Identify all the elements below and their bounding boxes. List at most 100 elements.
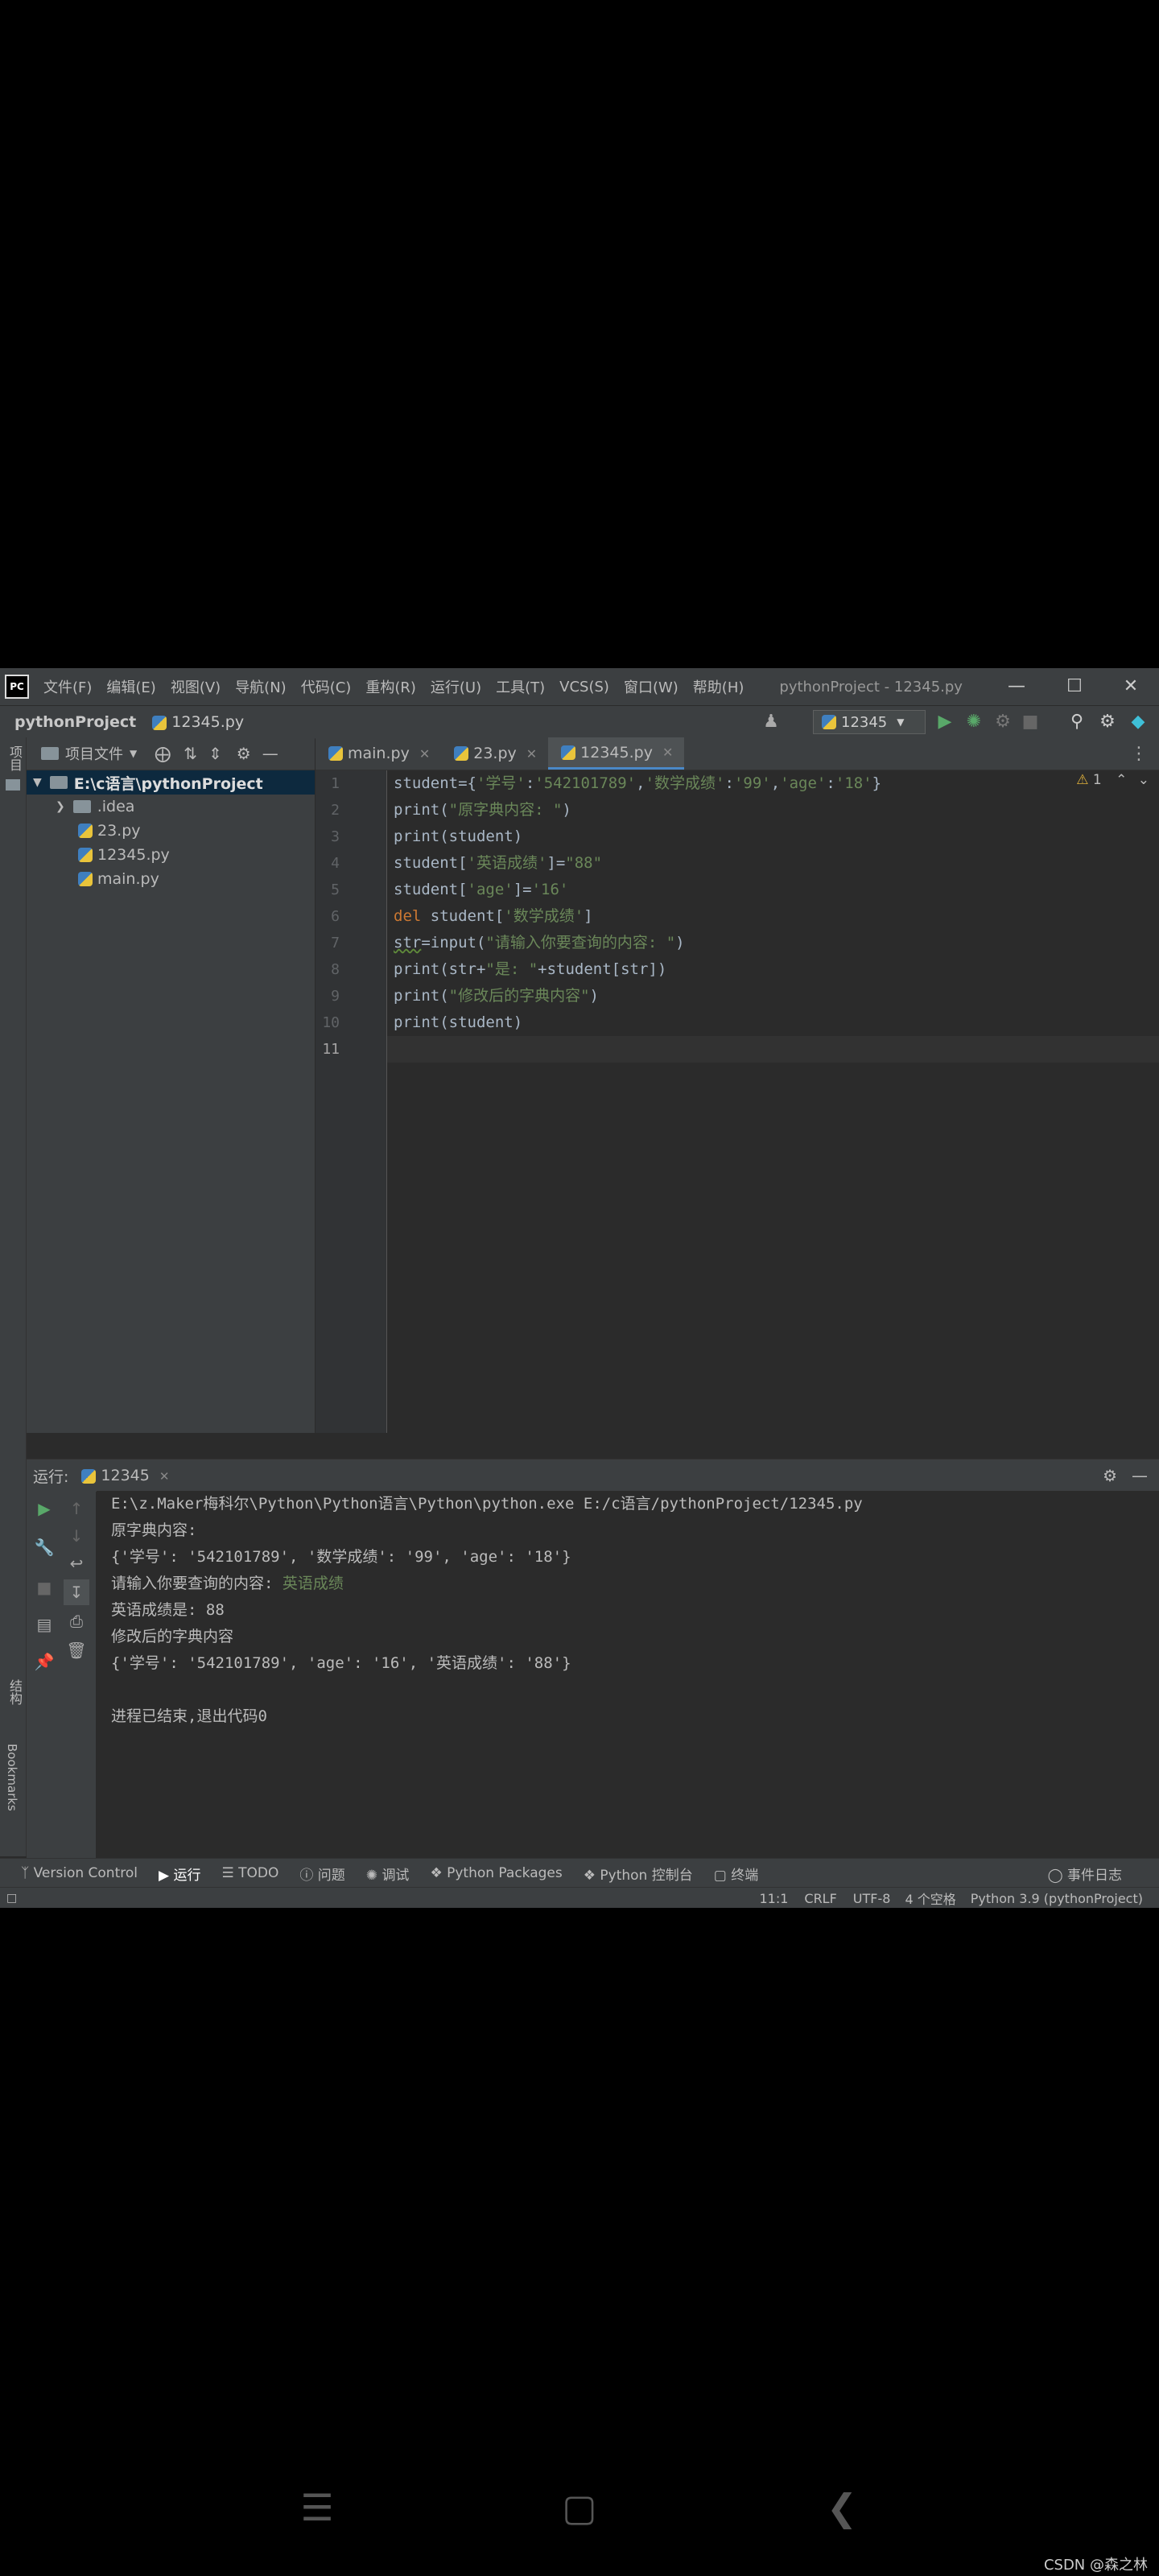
tree-item-idea[interactable]: ❯ .idea [27,795,315,819]
soft-wrap-icon[interactable]: ↩ [64,1550,89,1576]
arrow-up-icon[interactable]: ↑ [64,1496,89,1521]
close-tab-icon[interactable]: ✕ [419,746,430,762]
menu-code[interactable]: 代码(C) [301,676,352,697]
tree-item-mainpy[interactable]: main.py [27,867,315,891]
breadcrumb-project[interactable]: pythonProject [14,713,136,731]
run-console[interactable]: E:\z.Maker梅科尔\Python\Python语言\Python\pyt… [97,1491,1159,1877]
trash-icon[interactable]: 🗑 [64,1637,89,1663]
tool-python-console[interactable]: ❖ Python 控制台 [584,1864,693,1884]
tree-item-23py[interactable]: 23.py [27,819,315,843]
menu-file[interactable]: 文件(F) [43,676,92,697]
close-tab-icon[interactable]: ✕ [526,746,537,762]
user-icon[interactable]: ♟ [760,711,782,733]
menu-nav-icon[interactable]: ☰ [293,2483,341,2532]
menu-help[interactable]: 帮助(H) [693,676,744,697]
breadcrumb-file[interactable]: 12345.py [152,713,244,731]
tab-main-py[interactable]: main.py ✕ [316,737,441,770]
chevron-up-icon[interactable]: ⌃ [1116,772,1127,788]
python-file-icon [78,824,93,838]
settings-icon[interactable]: ⚙ [1096,711,1119,733]
tool-version-control[interactable]: ᛉ Version Control [21,1865,138,1881]
tool-label: Version Control [33,1865,138,1881]
chevron-down-icon[interactable]: ▼ [33,776,42,789]
menu-run[interactable]: 运行(U) [431,676,481,697]
debug-icon[interactable]: ✺ [963,711,985,733]
run-tab[interactable]: 12345 ✕ [81,1467,169,1484]
pin-icon[interactable]: 📌 [31,1649,57,1674]
menu-vcs[interactable]: VCS(S) [559,679,609,696]
code-editor[interactable]: ⚠ 1 ⌃ ⌄ student={'学号':'542101789','数学成绩'… [387,770,1159,1433]
scroll-to-end-icon[interactable]: ↧ [64,1579,89,1605]
search-icon[interactable]: ⚲ [1066,711,1088,733]
tool-todo[interactable]: ☰ TODO [221,1865,278,1881]
maximize-icon[interactable]: ☐ [1062,675,1087,699]
inspection-widget[interactable]: ⚠ 1 ⌃ ⌄ [1076,772,1149,788]
project-tree: ▼ E:\c语言\pythonProject ❯ .idea 23.py 123… [27,770,315,891]
stop-icon[interactable]: ■ [1019,711,1041,733]
gear-icon[interactable]: ⚙ [1103,1466,1117,1485]
minimize-icon[interactable]: — [1004,675,1029,699]
console-line: 原字典内容: [111,1521,197,1539]
gear-icon[interactable]: ⚙ [237,744,251,763]
caret-position[interactable]: 11:1 [759,1891,788,1906]
menu-view[interactable]: 视图(V) [171,676,221,697]
stop-icon[interactable]: ■ [31,1575,57,1600]
terminal-icon: ▢ [713,1867,732,1884]
tree-item-12345py[interactable]: 12345.py [27,843,315,867]
layout-icon[interactable]: ▤ [31,1612,57,1637]
arrow-down-icon[interactable]: ↓ [64,1523,89,1549]
close-icon[interactable]: ✕ [1119,675,1143,699]
structure-tool-tab[interactable]: 结构 [5,1679,24,1705]
line-separator[interactable]: CRLF [804,1891,836,1906]
coverage-icon[interactable]: ⚙ [992,711,1014,733]
chevron-down-icon[interactable]: ▼ [130,748,137,759]
menu-tools[interactable]: 工具(T) [496,676,545,697]
tab-label: 23.py [473,745,517,762]
indent-setting[interactable]: 4 个空格 [905,1889,955,1908]
hide-icon[interactable]: — [1132,1466,1148,1485]
event-log-button[interactable]: ◯ 事件日志 [1048,1864,1122,1884]
menu-window[interactable]: 窗口(W) [624,676,678,697]
close-tab-icon[interactable]: ✕ [662,745,673,760]
hide-icon[interactable]: — [262,744,278,763]
menu-edit[interactable]: 编辑(E) [106,676,155,697]
console-line: 修改后的字典内容 [111,1628,234,1645]
bookmarks-tool-tab[interactable]: Bookmarks [5,1744,19,1811]
tool-python-packages[interactable]: ❖ Python Packages [430,1865,562,1881]
tab-more-icon[interactable]: ⋮ [1130,737,1159,770]
chevron-right-icon[interactable]: ❯ [56,800,65,813]
python-file-icon [78,872,93,886]
layout-toggle-icon[interactable]: □ [6,1892,17,1905]
project-tool-tab[interactable]: 项目 [5,745,24,771]
interpreter-setting[interactable]: Python 3.9 (pythonProject) [971,1891,1143,1906]
code-line: del student['数学成绩'] [394,907,593,925]
print-icon[interactable]: ⎙ [64,1608,89,1634]
collapse-all-icon[interactable]: ⇕ [208,744,222,763]
tool-debug[interactable]: ✺ 调试 [366,1864,410,1884]
back-nav-icon[interactable]: ❮ [818,2483,866,2532]
tool-terminal[interactable]: ▢ 终端 [714,1864,758,1884]
locate-icon[interactable]: ⨁ [155,744,171,763]
file-encoding[interactable]: UTF-8 [853,1891,891,1906]
run-config-select[interactable]: 12345 ▼ [813,710,926,734]
menu-navigate[interactable]: 导航(N) [235,676,287,697]
tab-12345-py[interactable]: 12345.py ✕ [548,737,685,770]
expand-all-icon[interactable]: ⇅ [184,744,197,763]
rerun-icon[interactable]: ▶ [31,1496,57,1521]
tool-problems[interactable]: ⓘ 问题 [299,1864,344,1884]
watermark: CSDN @森之林 [1043,2557,1148,2574]
menu-refactor[interactable]: 重构(R) [365,676,416,697]
tool-run[interactable]: ▶ 运行 [159,1864,200,1884]
tree-item-label: 23.py [97,822,141,840]
chevron-down-icon[interactable]: ⌄ [1138,772,1149,788]
close-tab-icon[interactable]: ✕ [159,1469,170,1484]
run-icon[interactable]: ▶ [934,711,956,733]
home-nav-icon[interactable]: ▢ [555,2483,604,2532]
tree-item-project-root[interactable]: ▼ E:\c语言\pythonProject [27,770,315,795]
code-line: student={'学号':'542101789','数学成绩':'99','a… [394,774,882,792]
project-view-select[interactable]: 项目文件 [65,743,123,764]
plugin-icon[interactable]: ◆ [1127,711,1149,733]
wrench-icon[interactable]: 🔧 [31,1534,57,1560]
run-panel-label: 运行: [33,1468,69,1486]
tab-23-py[interactable]: 23.py ✕ [441,737,548,770]
